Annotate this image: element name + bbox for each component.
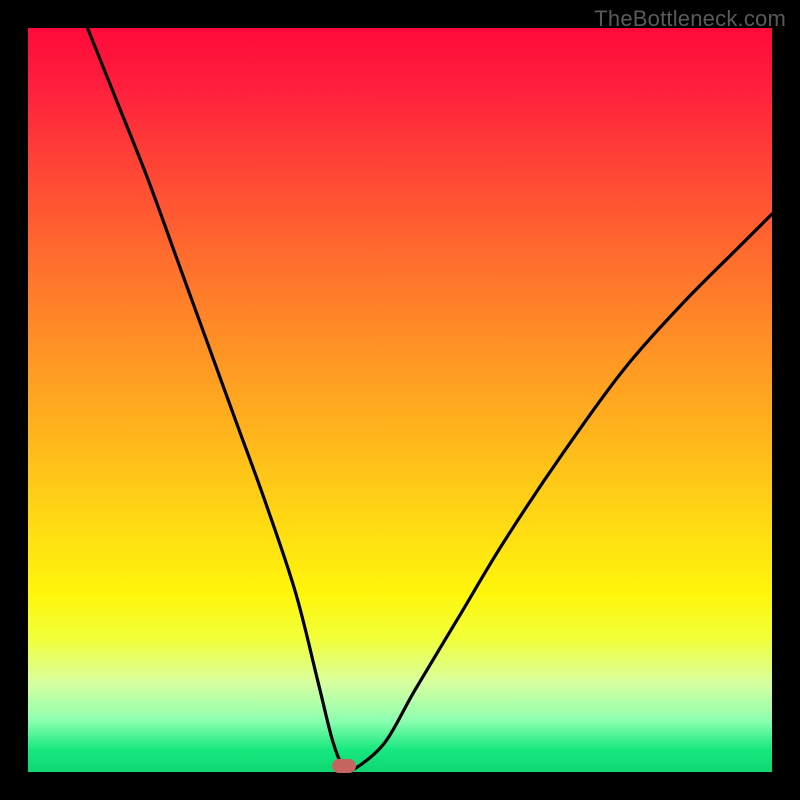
optimal-marker — [332, 759, 356, 773]
watermark-text: TheBottleneck.com — [594, 6, 786, 32]
chart-frame: TheBottleneck.com — [0, 0, 800, 800]
bottleneck-curve — [28, 28, 772, 772]
plot-area — [28, 28, 772, 772]
